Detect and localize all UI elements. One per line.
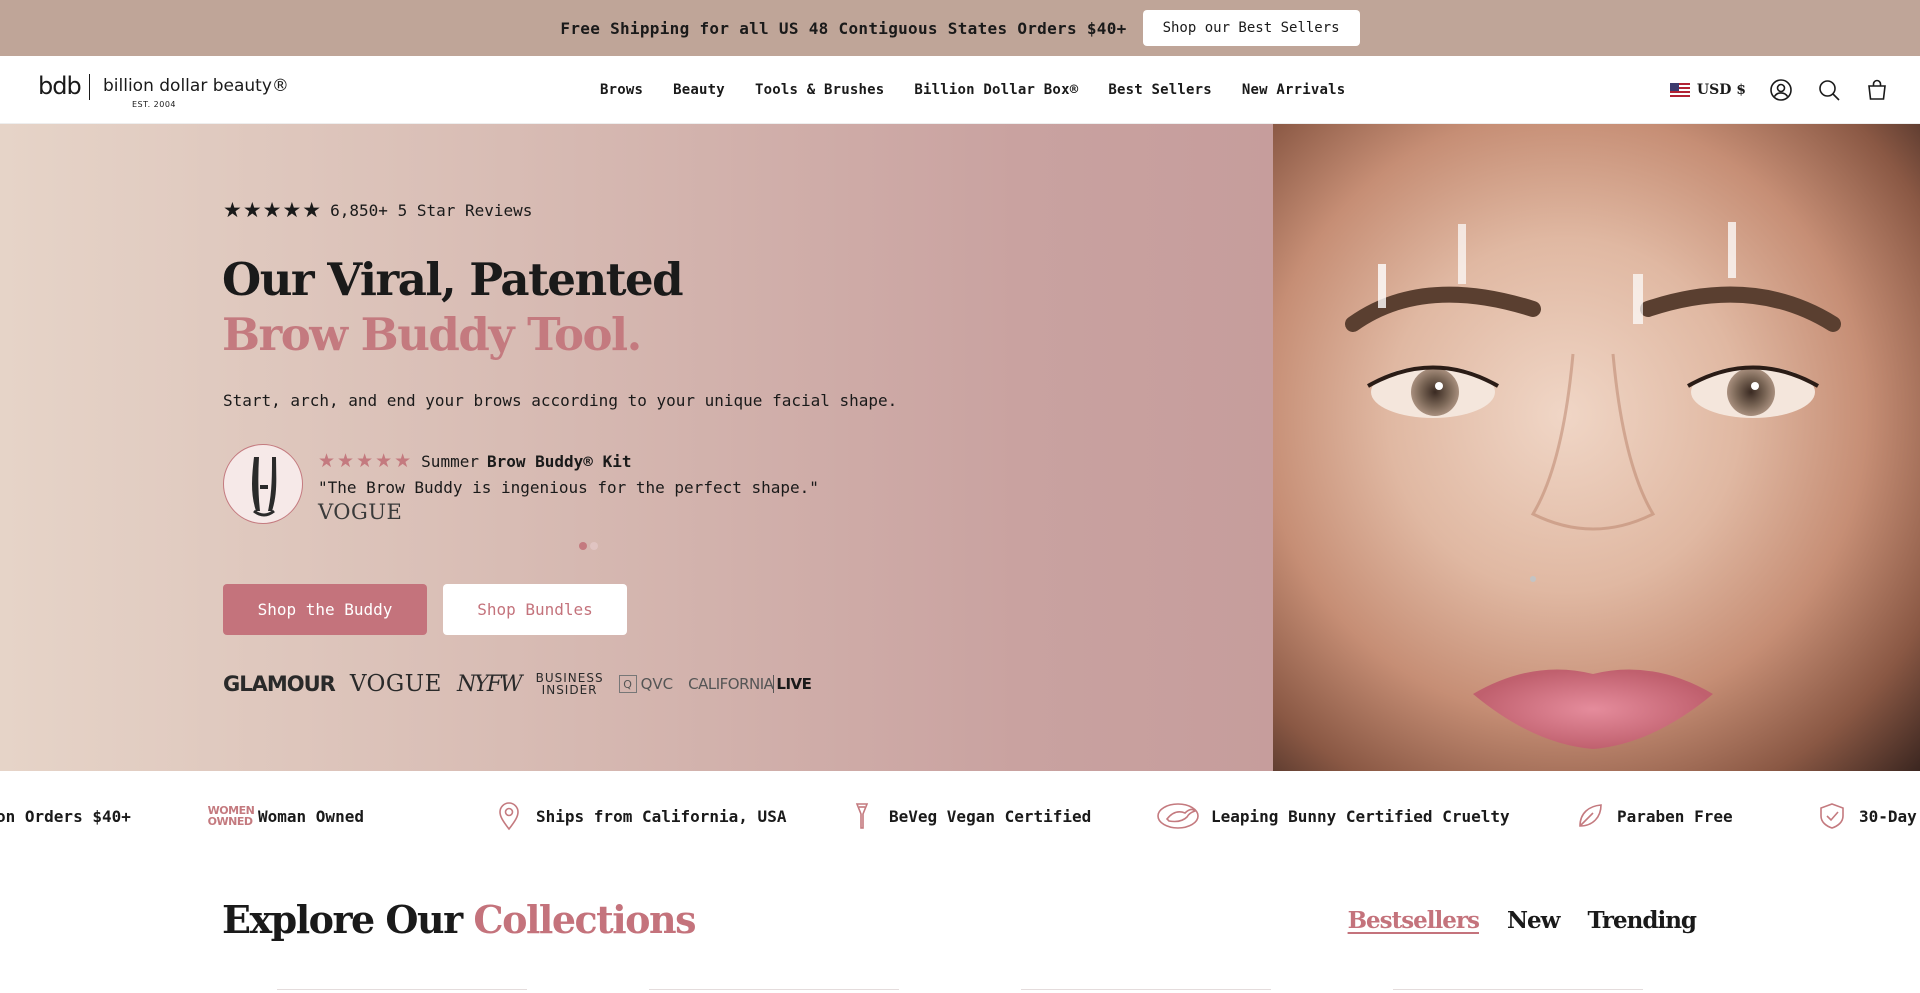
testimonial-source-logo: VOGUE — [318, 500, 403, 524]
tab-trending[interactable]: Trending — [1587, 907, 1697, 934]
bunny-icon — [1155, 799, 1201, 833]
slide-pagination — [579, 542, 598, 550]
shop-the-buddy-button[interactable]: Shop the Buddy — [223, 584, 427, 635]
trust-item-30-day: 30-Day — [1815, 799, 1917, 833]
rating-text: 6,850+ 5 Star Reviews — [330, 200, 533, 220]
nav-billion-dollar-box[interactable]: Billion Dollar Box® — [914, 82, 1078, 98]
account-icon[interactable] — [1768, 77, 1794, 103]
announcement-bar: Free Shipping for all US 48 Contiguous S… — [0, 0, 1920, 56]
product-card[interactable] — [1021, 989, 1271, 993]
qvc-text: QVC — [640, 675, 674, 693]
brand-logo[interactable]: bdb billion dollar beauty® EST. 2004 — [38, 72, 289, 112]
california-text: CALIFORNIA — [688, 675, 774, 693]
beveg-icon — [845, 799, 879, 833]
testimonial-header: ★★★★★ Summer Brow Buddy® Kit — [318, 450, 631, 472]
slide-dot-2[interactable] — [590, 542, 598, 550]
site-header: bdb billion dollar beauty® EST. 2004 Bro… — [0, 56, 1920, 124]
leaf-icon — [1573, 799, 1607, 833]
us-flag-icon — [1669, 83, 1690, 97]
collections-tabs: Bestsellers New Trending — [1348, 907, 1697, 934]
location-pin-icon — [492, 799, 526, 833]
product-card[interactable] — [277, 989, 527, 993]
hero-headline: Our Viral, Patented Brow Buddy Tool. — [222, 252, 684, 362]
trust-label-ships-california: Ships from California, USA — [536, 806, 787, 826]
headline-line-1: Our Viral, Patented — [222, 253, 684, 306]
testimonial-slide: ★★★★★ Summer Brow Buddy® Kit "The Brow B… — [223, 444, 863, 524]
slide-dot-1[interactable] — [579, 542, 587, 550]
tab-new[interactable]: New — [1507, 907, 1560, 934]
hero-content-panel: ★★★★★ 6,850+ 5 Star Reviews Our Viral, P… — [0, 124, 1273, 771]
shield-check-icon — [1815, 799, 1849, 833]
vogue-logo: VOGUE — [349, 671, 442, 697]
trust-item-beveg: BeVeg Vegan Certified — [845, 799, 1091, 833]
nav-beauty[interactable]: Beauty — [673, 82, 725, 98]
testimonial-product-name: Brow Buddy® Kit — [486, 451, 632, 471]
currency-selector[interactable]: USD $ — [1669, 82, 1746, 98]
testimonial-stars: ★★★★★ — [318, 450, 414, 472]
shop-bundles-button[interactable]: Shop Bundles — [443, 584, 627, 635]
rating-stars: ★★★★★ — [223, 198, 323, 222]
product-card[interactable] — [1393, 989, 1643, 993]
live-text: LIVE — [773, 675, 812, 693]
brow-buddy-product-image — [223, 444, 303, 524]
business-insider-logo: BUSINESS INSIDER — [536, 672, 604, 696]
trust-label-30-day: 30-Day — [1859, 806, 1917, 826]
hero-model-image — [1273, 124, 1920, 771]
trust-label-woman-owned: Woman Owned — [258, 806, 364, 826]
california-live-logo: CALIFORNIA LIVE — [688, 675, 812, 693]
hero-banner: ★★★★★ 6,850+ 5 Star Reviews Our Viral, P… — [0, 124, 1920, 771]
glamour-logo: GLAMOUR — [223, 672, 336, 696]
logo-wordmark: billion dollar beauty® — [103, 76, 289, 96]
trust-item-ships-california: Ships from California, USA — [492, 799, 786, 833]
main-nav: Brows Beauty Tools & Brushes Billion Dol… — [600, 56, 1345, 124]
trust-label-free-shipping: on Orders $40+ — [0, 806, 131, 826]
nav-brows[interactable]: Brows — [600, 82, 643, 98]
trust-item-free-shipping: on Orders $40+ — [0, 799, 131, 833]
logo-established: EST. 2004 — [132, 100, 177, 109]
shop-best-sellers-button[interactable]: Shop our Best Sellers — [1142, 10, 1360, 46]
nav-best-sellers[interactable]: Best Sellers — [1108, 82, 1212, 98]
search-icon[interactable] — [1816, 77, 1842, 103]
trust-label-beveg: BeVeg Vegan Certified — [889, 806, 1092, 826]
qvc-logo: Q QVC — [618, 675, 674, 693]
announcement-text: Free Shipping for all US 48 Contiguous S… — [560, 18, 1127, 38]
nyfw-logo: NYFW — [456, 671, 523, 697]
collections-title: Explore Our Collections — [222, 897, 697, 942]
women-owned-icon: WOMEN OWNED — [208, 799, 255, 833]
press-logos: GLAMOUR VOGUE NYFW BUSINESS INSIDER Q QV… — [223, 664, 812, 704]
nav-new-arrivals[interactable]: New Arrivals — [1242, 82, 1346, 98]
logo-mark: bdb — [38, 72, 82, 100]
cart-icon[interactable] — [1864, 77, 1890, 103]
hero-subhead: Start, arch, and end your brows accordin… — [223, 391, 898, 410]
headline-line-2: Brow Buddy Tool. — [222, 308, 642, 361]
collections-title-prefix: Explore Our — [222, 897, 463, 942]
trust-badges-strip: on Orders $40+ WOMEN OWNED Woman Owned Sh… — [0, 771, 1920, 859]
trust-item-paraben-free: Paraben Free — [1573, 799, 1733, 833]
product-card[interactable] — [649, 989, 899, 993]
testimonial-quote: "The Brow Buddy is ingenious for the per… — [318, 478, 819, 497]
model-face-illustration — [1345, 222, 1841, 749]
business-insider-line-2: INSIDER — [541, 683, 598, 697]
trust-item-leaping-bunny: Leaping Bunny Certified Cruelty — [1155, 799, 1510, 833]
collections-section: Explore Our Collections Bestsellers New … — [0, 859, 1920, 993]
qvc-mark: Q — [618, 675, 637, 693]
trust-item-woman-owned: WOMEN OWNED Woman Owned — [208, 799, 364, 833]
trust-label-paraben-free: Paraben Free — [1617, 806, 1733, 826]
rating-summary: ★★★★★ 6,850+ 5 Star Reviews — [223, 198, 532, 222]
tab-bestsellers[interactable]: Bestsellers — [1348, 907, 1480, 934]
currency-label: USD $ — [1696, 82, 1746, 98]
logo-divider — [89, 74, 90, 100]
women-owned-line-2: OWNED — [207, 815, 253, 828]
collections-title-accent: Collections — [473, 897, 696, 942]
header-utilities: USD $ — [1669, 56, 1890, 124]
trust-label-leaping-bunny: Leaping Bunny Certified Cruelty — [1211, 806, 1510, 826]
nav-tools-brushes[interactable]: Tools & Brushes — [755, 82, 884, 98]
testimonial-product-prefix: Summer — [421, 451, 479, 471]
